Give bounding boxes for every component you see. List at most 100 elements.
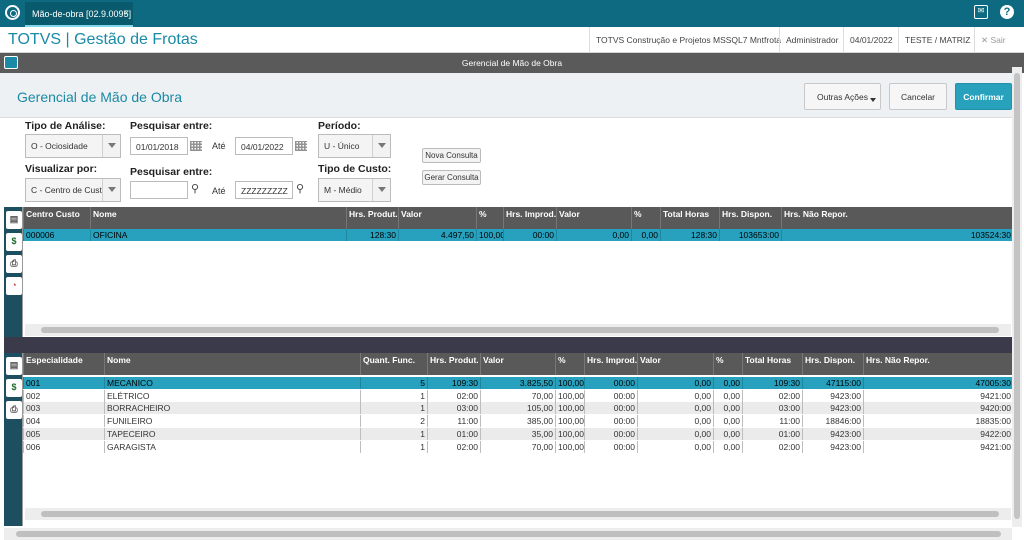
exit-button[interactable]: ✕ Sair bbox=[974, 27, 1012, 53]
calendar-icon[interactable] bbox=[295, 141, 307, 151]
table-cell: FUNILEIRO bbox=[104, 415, 360, 428]
table-cell: 70,00 bbox=[480, 389, 555, 402]
report-icon[interactable]: ▤ bbox=[6, 211, 22, 229]
column-header[interactable]: Hrs. Dispon. bbox=[719, 207, 781, 229]
column-header[interactable]: % bbox=[713, 353, 742, 375]
window-hscrollbar[interactable] bbox=[4, 528, 1012, 540]
column-header[interactable]: Hrs. Improd. bbox=[503, 207, 556, 229]
search-from-input[interactable] bbox=[130, 181, 188, 199]
table-row[interactable]: 004 FUNILEIRO 2 11:00 385,00 100,00 00:00 0,00 0… bbox=[23, 415, 1013, 428]
visualizar-value: C - Centro de Custo bbox=[31, 185, 107, 195]
table-cell: 109:30 bbox=[427, 377, 480, 389]
table-row[interactable]: 002 ELÉTRICO 1 02:00 70,00 100,00 00:00 0,00 0,0… bbox=[23, 389, 1013, 402]
table-cell: 0,00 bbox=[713, 440, 742, 453]
column-header[interactable]: Nome bbox=[104, 353, 360, 375]
caret-down-icon bbox=[870, 98, 876, 102]
window-hscroll-thumb[interactable] bbox=[16, 531, 1001, 537]
calendar-icon[interactable] bbox=[190, 141, 202, 151]
column-header[interactable]: % bbox=[555, 353, 584, 375]
table-cell: 109:30 bbox=[742, 377, 802, 389]
table-cell: OFICINA bbox=[90, 229, 346, 241]
search-to-input[interactable]: ZZZZZZZZZ bbox=[235, 181, 293, 199]
search-icon[interactable]: ⚲ bbox=[296, 182, 304, 195]
window-titlebar: Gerencial de Mão de Obra bbox=[0, 53, 1024, 73]
table-cell: 4.497,50 bbox=[398, 229, 476, 241]
table-cell: MECANICO bbox=[104, 377, 360, 389]
column-header[interactable]: Hrs. Não Repor. bbox=[781, 207, 1013, 229]
column-header[interactable]: Hrs. Improd. bbox=[584, 353, 637, 375]
window-vscrollbar[interactable] bbox=[1012, 67, 1022, 527]
window-vscroll-thumb[interactable] bbox=[1014, 73, 1020, 519]
column-header[interactable]: Hrs. Não Repor. bbox=[863, 353, 1013, 375]
date-from-input[interactable]: 01/01/2018 bbox=[130, 137, 188, 155]
grid2-hscroll-thumb[interactable] bbox=[41, 511, 999, 517]
other-actions-button[interactable]: Outras Ações bbox=[804, 83, 881, 110]
column-header[interactable]: Nome bbox=[90, 207, 346, 229]
grid2-hscrollbar[interactable] bbox=[25, 508, 1011, 520]
column-header[interactable]: Hrs. Dispon. bbox=[802, 353, 863, 375]
table-cell: 5 bbox=[360, 377, 427, 389]
table-cell: 100,00 bbox=[476, 229, 503, 241]
table-cell: TAPECEIRO bbox=[104, 427, 360, 440]
column-header[interactable]: Valor bbox=[480, 353, 555, 375]
mail-icon[interactable]: ✉ bbox=[974, 5, 988, 19]
panel-splitter[interactable] bbox=[4, 337, 1012, 353]
table-cell: 03:00 bbox=[427, 402, 480, 415]
column-header[interactable]: Valor bbox=[556, 207, 631, 229]
print-icon[interactable]: ⎙ bbox=[6, 401, 22, 419]
specialty-grid: Especialidade Nome Quant. Func. Hrs. Produt… bbox=[22, 353, 1013, 526]
table-row[interactable]: 003 BORRACHEIRO 1 03:00 105,00 100,00 00:00 0,0… bbox=[23, 402, 1013, 415]
table-cell: 00:00 bbox=[584, 427, 637, 440]
tab-close-icon[interactable]: × bbox=[124, 8, 129, 18]
table-cell: 02:00 bbox=[427, 389, 480, 402]
table-row[interactable]: 006 GARAGISTA 1 02:00 70,00 100,00 00:00 0,00 0,… bbox=[23, 440, 1013, 453]
help-icon[interactable]: ? bbox=[1000, 5, 1014, 19]
periodo-select[interactable]: U - Único bbox=[318, 134, 391, 158]
search-icon[interactable]: ⚲ bbox=[191, 182, 199, 195]
table-row[interactable]: 000006 OFICINA 128:30 4.497,50 100,00 00:00 0,… bbox=[23, 229, 1013, 241]
pesquisar-entre-label-1: Pesquisar entre: bbox=[130, 120, 213, 132]
tipo-analise-value: O - Ociosidade bbox=[31, 141, 88, 151]
print-icon[interactable]: ⎙ bbox=[6, 255, 22, 273]
cost-icon[interactable]: $ bbox=[6, 379, 22, 397]
column-header[interactable]: Valor bbox=[398, 207, 476, 229]
pesquisar-entre-label-2: Pesquisar entre: bbox=[130, 166, 213, 178]
chart-icon[interactable]: ◔ bbox=[6, 277, 22, 295]
table-row[interactable]: 005 TAPECEIRO 1 01:00 35,00 100,00 00:00 0,00 0,… bbox=[23, 427, 1013, 440]
column-header[interactable]: Total Horas bbox=[660, 207, 719, 229]
tipo-custo-select[interactable]: M - Médio bbox=[318, 178, 391, 202]
table-cell: 100,00 bbox=[555, 427, 584, 440]
column-header[interactable]: Hrs. Produt. bbox=[346, 207, 398, 229]
tab-mao-de-obra[interactable]: Mão-de-obra [02.9.0095] × bbox=[25, 2, 133, 27]
confirm-button[interactable]: Confirmar bbox=[955, 83, 1012, 110]
table-cell: 002 bbox=[23, 389, 104, 402]
cost-icon[interactable]: $ bbox=[6, 233, 22, 251]
grid1-hscrollbar[interactable] bbox=[25, 324, 1011, 336]
cancel-button[interactable]: Cancelar bbox=[889, 83, 947, 110]
column-header[interactable]: Especialidade bbox=[23, 353, 104, 375]
grid2-sidebar: ▤ $ ⎙ bbox=[4, 353, 22, 526]
gerar-consulta-button[interactable]: Gerar Consulta bbox=[422, 170, 481, 185]
table-cell: 1 bbox=[360, 440, 427, 453]
column-header[interactable]: % bbox=[631, 207, 660, 229]
chevron-down-icon bbox=[372, 135, 390, 157]
column-header[interactable]: Centro Custo bbox=[23, 207, 90, 229]
column-header[interactable]: Quant. Func. bbox=[360, 353, 427, 375]
column-header[interactable]: Valor bbox=[637, 353, 713, 375]
column-header[interactable]: % bbox=[476, 207, 503, 229]
tipo-analise-select[interactable]: O - Ociosidade bbox=[25, 134, 121, 158]
table-cell: 001 bbox=[23, 377, 104, 389]
visualizar-select[interactable]: C - Centro de Custo bbox=[25, 178, 121, 202]
table-row[interactable]: 001 MECANICO 5 109:30 3.825,50 100,00 00:00 0,0… bbox=[23, 377, 1013, 389]
column-header[interactable]: Hrs. Produt. bbox=[427, 353, 480, 375]
top-bar: Mão-de-obra [02.9.0095] × ✉ ? bbox=[0, 0, 1024, 27]
grid1-hscroll-thumb[interactable] bbox=[41, 327, 999, 333]
report-icon[interactable]: ▤ bbox=[6, 357, 22, 375]
column-header[interactable]: Total Horas bbox=[742, 353, 802, 375]
nova-consulta-button[interactable]: Nova Consulta bbox=[422, 148, 481, 163]
table-cell: 100,00 bbox=[555, 377, 584, 389]
table-cell: 00:00 bbox=[584, 402, 637, 415]
table-cell: 01:00 bbox=[742, 427, 802, 440]
table-cell: 18846:00 bbox=[802, 415, 863, 428]
date-to-input[interactable]: 04/01/2022 bbox=[235, 137, 293, 155]
